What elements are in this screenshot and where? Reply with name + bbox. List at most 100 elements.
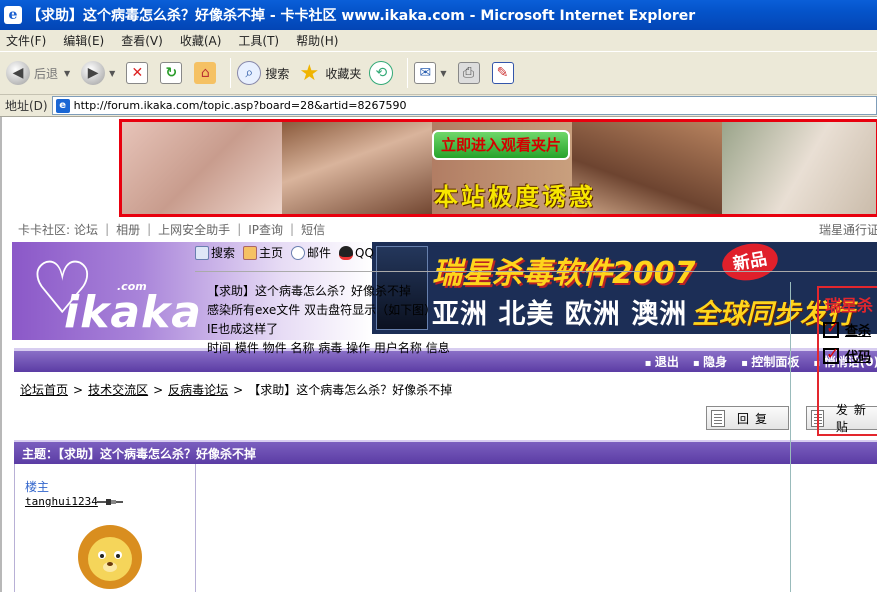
history-button[interactable]: ⟲ (369, 61, 397, 85)
menu-edit[interactable]: 编辑(E) (63, 32, 104, 49)
invisible-link[interactable]: 隐身 (693, 353, 727, 370)
address-bar: 地址(D) e http://forum.ikaka.com/topic.asp… (0, 95, 877, 117)
side-ad-item-label: 查杀 (845, 324, 872, 339)
breadcrumb-separator: > (233, 382, 244, 397)
document-icon (711, 409, 725, 427)
edit-button[interactable]: ✎ (491, 62, 518, 84)
nav-security-assistant-link[interactable]: 上网安全助手 (158, 221, 230, 238)
ie-page-icon: e (55, 98, 70, 113)
post-qq-label: QQ (355, 245, 374, 260)
history-icon: ⟲ (369, 61, 394, 85)
post-author-panel: 楼主 tanghui1234 (15, 464, 196, 592)
stop-button[interactable]: ✕ (126, 62, 152, 84)
post-body: 【求助】这个病毒怎么杀？好像杀不掉 感染所有exe文件 双击盘符显示（如下图） … (207, 282, 450, 358)
standard-toolbar: ◀ 后退 ▼ ▶ ▼ ✕ ↻ ⌂ ⌕ 搜索 ★ 收藏夹 ⟲ ✉ ▼ ⎙ ✎ (0, 51, 877, 95)
mail-icon: ✉ (414, 62, 437, 84)
mail-icon (291, 245, 306, 260)
breadcrumb: 论坛首页 > 技术交流区 > 反病毒论坛 > 【求助】这个病毒怎么杀？好像杀不掉 (20, 381, 452, 398)
qq-penguin-icon (339, 245, 354, 260)
search-button[interactable]: ⌕ 搜索 (237, 61, 289, 85)
nav-separator: | (105, 222, 110, 236)
post: 楼主 tanghui1234 (14, 464, 877, 592)
home-icon: ⌂ (194, 62, 217, 84)
post-email-link[interactable]: 邮件 (291, 244, 331, 261)
forward-dropdown-icon[interactable]: ▼ (109, 69, 115, 78)
window-titlebar: e 【求助】这个病毒怎么杀？好像杀不掉 - 卡卡社区 www.ikaka.com… (0, 0, 877, 30)
favorites-label: 收藏夹 (325, 66, 362, 81)
page-content: 立即进入观看夹片 本站极度诱惑 卡卡社区: 论坛 | 相册 | 上网安全助手 |… (0, 117, 877, 592)
side-ad-item: 查杀 (823, 318, 872, 339)
floor-label: 楼主 (25, 480, 50, 494)
rising-ad-title: 瑞星杀毒软件2007 (432, 256, 696, 291)
ad-banner[interactable]: 立即进入观看夹片 本站极度诱惑 (119, 119, 877, 217)
toolbar-separator (230, 58, 232, 88)
post-line: IE也成这样了 (207, 322, 279, 336)
ad-headline: 本站极度诱惑 (434, 183, 596, 211)
side-ad[interactable]: 瑞星杀 查杀 代码 (790, 282, 877, 592)
avatar (78, 525, 142, 589)
menu-view[interactable]: 查看(V) (121, 32, 163, 49)
post-qq-link[interactable]: QQ (339, 245, 374, 260)
print-button[interactable]: ⎙ (457, 62, 484, 84)
refresh-button[interactable]: ↻ (160, 62, 186, 84)
logo-text: ikaka (64, 287, 202, 338)
post-search-label: 搜索 (211, 246, 236, 260)
back-button[interactable]: ◀ 后退 ▼ (6, 61, 73, 85)
nav-forum-link[interactable]: 论坛 (74, 221, 98, 238)
new-product-badge: 新品 (719, 242, 781, 285)
side-ad-item: 代码 (823, 344, 871, 365)
post-homepage-link[interactable]: 主页 (243, 244, 283, 261)
breadcrumb-current-topic: 【求助】这个病毒怎么杀？好像杀不掉 (248, 383, 453, 397)
favorites-button[interactable]: ★ 收藏夹 (297, 61, 362, 86)
rising-passport-link[interactable]: 瑞星通行证 (819, 221, 877, 238)
post-line: 【求助】这个病毒怎么杀？好像杀不掉 (207, 284, 412, 298)
nav-ip-lookup-link[interactable]: IP查询 (248, 221, 283, 238)
checkbox-icon (823, 344, 839, 364)
menu-bar: 文件(F) 编辑(E) 查看(V) 收藏(A) 工具(T) 帮助(H) (0, 30, 877, 51)
mail-dropdown-icon[interactable]: ▼ (440, 69, 446, 78)
logout-link[interactable]: 退出 (645, 353, 679, 370)
refresh-icon: ↻ (160, 62, 183, 84)
ad-cta-button[interactable]: 立即进入观看夹片 (432, 130, 570, 160)
mail-button[interactable]: ✉ ▼ (414, 62, 449, 84)
reply-label: 回复 (737, 411, 774, 426)
reply-button[interactable]: 回复 (706, 406, 789, 430)
side-ad-title: 瑞星杀 (825, 296, 874, 315)
edit-page-icon: ✎ (491, 62, 514, 84)
post-homepage-label: 主页 (259, 246, 284, 260)
back-dropdown-icon[interactable]: ▼ (64, 69, 70, 78)
home-icon (243, 245, 258, 260)
post-tools: 搜索 主页 邮件 QQ (195, 244, 382, 261)
menu-file[interactable]: 文件(F) (6, 32, 46, 49)
community-nav: 卡卡社区: 论坛 | 相册 | 上网安全助手 | IP查询 | 短信 瑞星通行证 (18, 220, 877, 238)
printer-icon: ⎙ (457, 62, 480, 84)
forward-button[interactable]: ▶ ▼ (81, 61, 118, 85)
search-page-icon (195, 245, 209, 260)
post-email-label: 邮件 (307, 246, 332, 260)
breadcrumb-antivirus-forum[interactable]: 反病毒论坛 (168, 381, 228, 398)
rising-ad-regions: 亚洲 北美 欧洲 澳洲 (432, 299, 688, 330)
home-button[interactable]: ⌂ (194, 62, 220, 84)
back-arrow-icon: ◀ (6, 61, 30, 85)
menu-favorites[interactable]: 收藏(A) (180, 32, 222, 49)
menu-tools[interactable]: 工具(T) (238, 32, 279, 49)
address-input[interactable]: e http://forum.ikaka.com/topic.asp?board… (51, 96, 877, 115)
menu-help[interactable]: 帮助(H) (296, 32, 338, 49)
toolbar-separator (407, 58, 409, 88)
breadcrumb-forum-home[interactable]: 论坛首页 (20, 381, 68, 398)
author-name[interactable]: tanghui1234 (25, 495, 98, 508)
nav-messages-link[interactable]: 短信 (301, 221, 325, 238)
side-ad-box: 瑞星杀 查杀 代码 (817, 286, 877, 436)
nav-separator: | (147, 222, 152, 236)
breadcrumb-tech-area[interactable]: 技术交流区 (88, 381, 148, 398)
address-label: 地址(D) (5, 99, 48, 113)
post-line: 感染所有exe文件 双击盘符显示（如下图） (207, 303, 437, 317)
breadcrumb-separator: > (153, 382, 164, 397)
post-search-link[interactable]: 搜索 (195, 244, 235, 261)
forward-arrow-icon: ▶ (81, 61, 106, 85)
ie-page-icon: e (4, 6, 22, 24)
nav-album-link[interactable]: 相册 (116, 221, 140, 238)
stop-icon: ✕ (126, 62, 149, 84)
ad-photo-panel (722, 122, 876, 214)
search-label: 搜索 (265, 66, 290, 81)
